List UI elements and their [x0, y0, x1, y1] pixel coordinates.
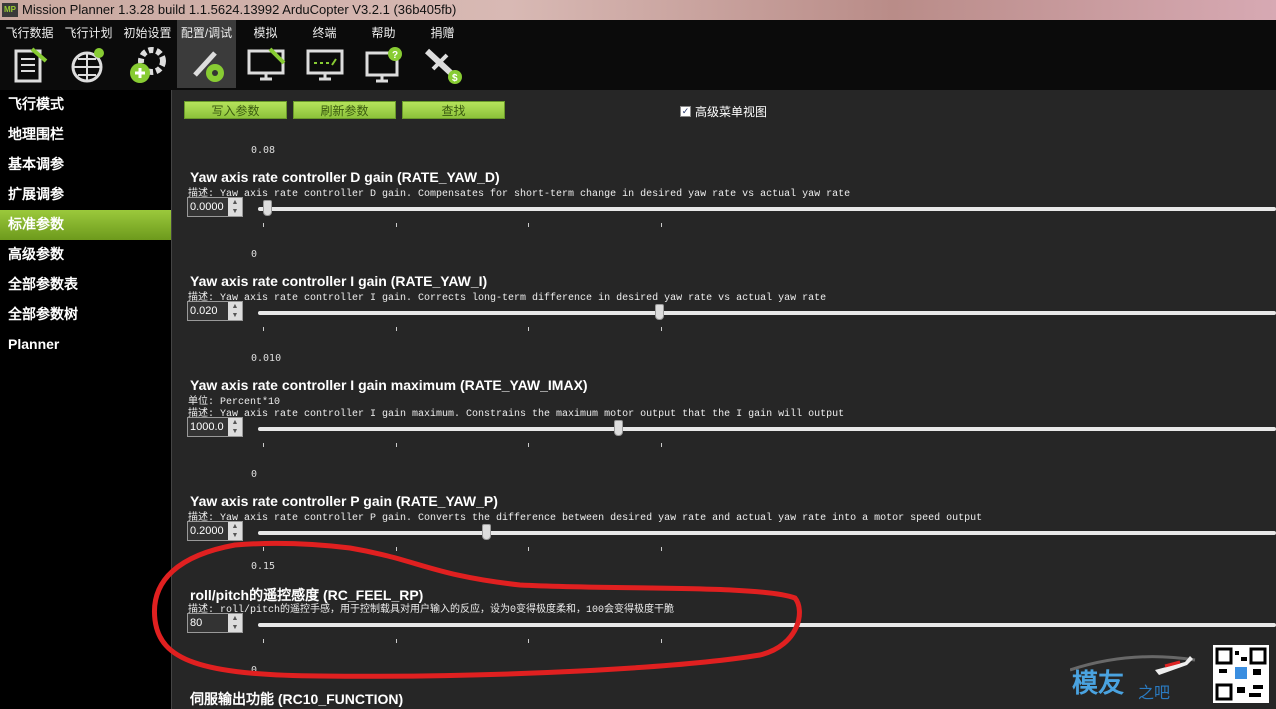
window-title-bar: MP Mission Planner 1.3.28 build 1.1.5624… — [0, 0, 1276, 20]
toolbar-label: 初始设置 — [123, 26, 172, 40]
param-value-spinner[interactable]: 1000.0 ▲ ▼ — [187, 417, 243, 437]
advanced-view-label: 高级菜单视图 — [695, 105, 768, 119]
param-title: Yaw axis rate controller D gain (RATE_YA… — [190, 169, 500, 185]
param-description: 描述: Yaw axis rate controller I gain. Cor… — [188, 293, 827, 304]
sidebar: 飞行模式 地理围栏 基本调参 扩展调参 标准参数 高级参数 全部参数表 全部参数树 Planne… — [0, 90, 172, 709]
toolbar-label: 飞行计划 — [64, 26, 113, 40]
slider-thumb[interactable] — [263, 200, 273, 216]
param-default-value: 0 — [251, 249, 258, 260]
toolbar-label: 终端 — [312, 26, 337, 40]
toolbar-button-flight-plan[interactable]: 飞行计划 — [59, 20, 118, 88]
terminal-icon — [306, 49, 343, 81]
sidebar-item[interactable]: 扩展调参 — [0, 180, 171, 210]
param-value[interactable]: 1000.0 — [190, 421, 224, 433]
param-value-spinner[interactable]: 0.020 ▲ ▼ — [187, 301, 243, 321]
param-panel: 写入参数 刷新参数 查找 ✓ 高级菜单视图 0.08 Yaw axis rate… — [172, 90, 1276, 709]
main-toolbar: 飞行数据 飞行计划 初始设置 配置/调试 模拟 终端 帮助? 捐赠 $ — [0, 20, 1276, 90]
app-logo-icon: MP — [2, 3, 18, 17]
param-default-value: 0 — [251, 665, 258, 676]
spin-arrows-icon[interactable]: ▲ ▼ — [228, 522, 242, 540]
sidebar-item[interactable]: 飞行模式 — [0, 90, 171, 120]
toolbar-button-initial-setup[interactable]: 初始设置 — [118, 20, 177, 88]
param-value[interactable]: 0.2000 — [190, 525, 224, 537]
flight-plan-icon — [71, 48, 104, 83]
sidebar-item[interactable]: Planner — [0, 330, 171, 360]
toolbar-label: 捐赠 — [430, 26, 455, 40]
param-description: 描述: roll/pitch的遥控手感，用于控制载具对用户输入的反应，设为0变得… — [188, 605, 675, 616]
svg-text:?: ? — [392, 50, 398, 61]
spin-arrows-icon[interactable]: ▲ ▼ — [228, 198, 242, 216]
donate-icon: $ — [424, 48, 462, 84]
param-title: Yaw axis rate controller P gain (RATE_YA… — [190, 493, 498, 509]
param-default-value: 0.08 — [251, 145, 276, 156]
param-title: 伺服输出功能 (RC10_FUNCTION) — [190, 691, 404, 707]
toolbar-button-donate[interactable]: 捐赠 $ — [413, 20, 472, 88]
param-description: 描述: Yaw axis rate controller I gain maxi… — [188, 409, 845, 420]
param-value[interactable]: 80 — [190, 617, 202, 629]
checkbox-checked-icon[interactable]: ✓ — [680, 106, 691, 117]
toolbar-label: 配置/调试 — [180, 26, 233, 40]
advanced-view-checkbox[interactable]: ✓ 高级菜单视图 — [680, 103, 767, 120]
param-description: 描述: Yaw axis rate controller D gain. Com… — [188, 189, 851, 200]
sidebar-item[interactable]: 标准参数 — [0, 210, 171, 240]
simulation-icon — [247, 47, 285, 81]
qr-code-image — [1213, 645, 1269, 703]
slider-thumb[interactable] — [481, 524, 491, 540]
slider-ticks — [258, 547, 1276, 551]
param-default-value: 0 — [251, 469, 258, 480]
spin-arrows-icon[interactable]: ▲ ▼ — [228, 418, 242, 436]
toolbar-button-terminal[interactable]: 终端 — [295, 20, 354, 88]
param-slider[interactable] — [258, 623, 1276, 627]
sidebar-item[interactable]: 全部参数树 — [0, 300, 171, 330]
toolbar-button-flight-data[interactable]: 飞行数据 — [0, 20, 59, 88]
param-value[interactable]: 0.0000 — [190, 201, 224, 213]
help-icon: ? — [365, 47, 402, 83]
slider-ticks — [258, 443, 1276, 447]
param-default-value: 0.010 — [251, 353, 282, 364]
watermark-logo: 模友 之吧 — [1070, 655, 1196, 702]
config-tuning-icon — [192, 51, 224, 82]
svg-text:之吧: 之吧 — [1138, 683, 1170, 702]
slider-thumb[interactable] — [655, 304, 665, 320]
slider-ticks — [258, 223, 1276, 227]
param-value-spinner[interactable]: 0.0000 ▲ ▼ — [187, 197, 243, 217]
param-title: Yaw axis rate controller I gain (RATE_YA… — [190, 273, 488, 289]
param-value[interactable]: 0.020 — [190, 305, 218, 317]
slider-ticks — [258, 327, 1276, 331]
param-slider[interactable] — [258, 420, 1276, 436]
toolbar-button-config-tuning[interactable]: 配置/调试 — [177, 20, 236, 88]
toolbar-label: 飞行数据 — [5, 26, 54, 40]
initial-setup-icon — [129, 47, 166, 83]
svg-text:模友: 模友 — [1072, 669, 1124, 699]
param-slider[interactable] — [258, 304, 1276, 320]
find-button[interactable]: 查找 — [402, 101, 505, 119]
slider-ticks — [258, 639, 1276, 643]
sidebar-item[interactable]: 基本调参 — [0, 150, 171, 180]
flight-data-icon — [14, 47, 47, 83]
toolbar-button-simulation[interactable]: 模拟 — [236, 20, 295, 88]
sidebar-item[interactable]: 高级参数 — [0, 240, 171, 270]
param-title: Yaw axis rate controller I gain maximum … — [190, 377, 588, 393]
spin-arrows-icon[interactable]: ▲ ▼ — [228, 614, 242, 632]
write-params-button[interactable]: 写入参数 — [184, 101, 287, 119]
refresh-params-button[interactable]: 刷新参数 — [293, 101, 396, 119]
toolbar-label: 帮助 — [371, 26, 396, 40]
param-value-spinner[interactable]: 0.2000 ▲ ▼ — [187, 521, 243, 541]
slider-thumb[interactable] — [614, 420, 624, 436]
spin-arrows-icon[interactable]: ▲ ▼ — [228, 302, 242, 320]
param-slider[interactable] — [258, 524, 1276, 540]
param-default-value: 0.15 — [251, 561, 276, 572]
toolbar-label: 模拟 — [253, 26, 278, 40]
param-slider[interactable] — [258, 200, 1276, 216]
param-value-spinner[interactable]: 80 ▲ ▼ — [187, 613, 243, 633]
svg-text:$: $ — [452, 73, 458, 84]
sidebar-item[interactable]: 地理围栏 — [0, 120, 171, 150]
sidebar-item[interactable]: 全部参数表 — [0, 270, 171, 300]
toolbar-button-help[interactable]: 帮助? — [354, 20, 413, 88]
window-title: Mission Planner 1.3.28 build 1.1.5624.13… — [22, 2, 457, 17]
param-description: 描述: Yaw axis rate controller P gain. Con… — [188, 513, 983, 524]
